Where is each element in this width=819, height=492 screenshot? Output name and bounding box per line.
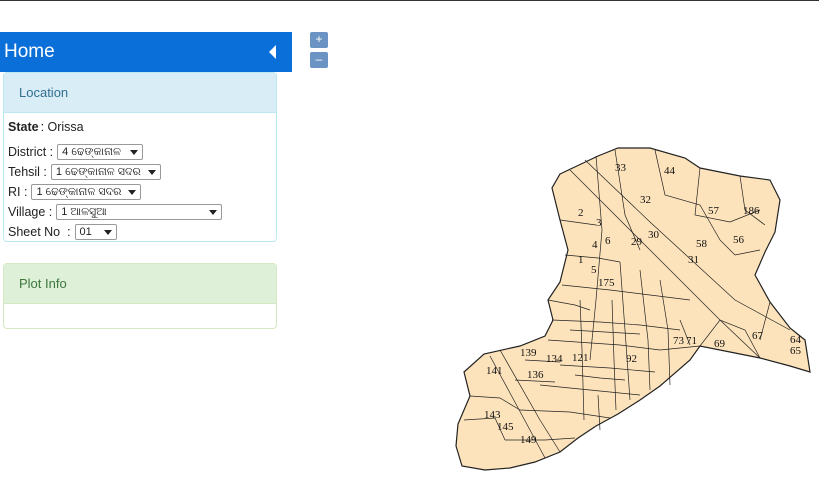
ri-row: RI : 1 ଢେଙ୍କାନାଳ ସଦର (8, 182, 276, 202)
cadastral-map-svg[interactable]: 33 44 32 57 186 2 3 29 30 58 56 4 6 1 5 … (450, 140, 819, 480)
plot-info-heading: Plot Info (4, 264, 276, 304)
plot-label[interactable]: 141 (486, 365, 503, 377)
plot-label[interactable]: 3 (596, 217, 602, 229)
plot-label[interactable]: 69 (714, 338, 726, 350)
top-divider (0, 0, 819, 1)
plot-label[interactable]: 145 (497, 421, 514, 433)
location-heading: Location (4, 73, 276, 113)
plot-label[interactable]: 32 (640, 194, 651, 206)
plot-label[interactable]: 143 (484, 409, 501, 421)
district-row: District : 4 ଢେଙ୍କାନାଳ (8, 142, 276, 162)
state-label: State (8, 120, 39, 134)
plot-label[interactable]: 31 (688, 254, 699, 266)
cadastral-map[interactable]: 33 44 32 57 186 2 3 29 30 58 56 4 6 1 5 … (450, 140, 819, 480)
plot-label[interactable]: 58 (696, 238, 708, 250)
plot-label[interactable]: 2 (578, 207, 584, 219)
plot-label[interactable]: 65 (790, 345, 802, 357)
plot-label[interactable]: 139 (520, 347, 537, 359)
plot-label[interactable]: 6 (605, 235, 611, 247)
plot-label[interactable]: 44 (664, 165, 676, 177)
zoom-out-button[interactable]: – (310, 52, 328, 68)
village-label: Village : (8, 205, 53, 219)
ri-select-value: 1 ଢେଙ୍କାନାଳ ସଦର (36, 185, 122, 198)
district-label: District : (8, 145, 54, 159)
plot-label[interactable]: 4 (592, 239, 598, 251)
chevron-down-icon (103, 229, 112, 235)
tehsil-label: Tehsil : (8, 165, 47, 179)
plot-label[interactable]: 30 (648, 229, 660, 241)
plot-label[interactable]: 56 (733, 234, 745, 246)
plot-info-panel: Plot Info (3, 263, 277, 329)
tehsil-select-value: 1 ଢେଙ୍କାନାଳ ସଦର (55, 165, 141, 178)
state-value: : Orissa (40, 120, 84, 134)
plot-label[interactable]: 186 (743, 205, 760, 217)
plot-label[interactable]: 175 (598, 277, 615, 289)
zoom-in-button[interactable]: + (310, 32, 328, 48)
chevron-down-icon (147, 169, 156, 175)
tehsil-select[interactable]: 1 ଢେଙ୍କାନାଳ ସଦର (50, 164, 161, 180)
village-select[interactable]: 1 ଆଳସୁଆ (56, 204, 223, 220)
location-panel: Location State : Orissa District : 4 ଢେଙ… (3, 72, 277, 242)
sidebar-title: Home (4, 41, 55, 62)
plot-label[interactable]: 136 (527, 369, 544, 381)
village-row: Village : 1 ଆଳସୁଆ (8, 202, 276, 222)
plot-label[interactable]: 1 (578, 254, 584, 266)
chevron-down-icon (209, 209, 218, 215)
sheet-select-value: 01 (79, 226, 92, 238)
tehsil-row: Tehsil : 1 ଢେଙ୍କାନାଳ ସଦର (8, 162, 276, 182)
sidebar-header: Home (0, 32, 292, 72)
collapse-sidebar-icon[interactable] (269, 45, 276, 59)
district-select[interactable]: 4 ଢେଙ୍କାନାଳ (57, 144, 144, 160)
plot-label[interactable]: 67 (752, 330, 764, 342)
plot-label[interactable]: 73 (673, 335, 685, 347)
plot-label[interactable]: 71 (686, 335, 697, 347)
village-select-value: 1 ଆଳସୁଆ (61, 205, 107, 218)
plot-label[interactable]: 29 (631, 236, 643, 248)
plot-label[interactable]: 92 (626, 353, 637, 365)
plot-label[interactable]: 5 (591, 264, 597, 276)
ri-select[interactable]: 1 ଢେଙ୍କାନାଳ ସଦର (31, 184, 142, 200)
plot-label[interactable]: 33 (615, 162, 627, 174)
sheet-label: Sheet No : (8, 225, 71, 239)
plot-label[interactable]: 134 (546, 353, 563, 365)
plot-label[interactable]: 57 (708, 205, 720, 217)
chevron-down-icon (130, 149, 139, 155)
sheet-select[interactable]: 01 (74, 224, 117, 240)
state-row: State : Orissa (8, 117, 276, 137)
chevron-down-icon (128, 189, 137, 195)
sheet-row: Sheet No : 01 (8, 222, 276, 242)
ri-label: RI : (8, 185, 28, 199)
plot-label[interactable]: 149 (520, 434, 537, 446)
plot-label[interactable]: 121 (572, 352, 589, 364)
district-select-value: 4 ଢେଙ୍କାନାଳ (62, 145, 121, 158)
